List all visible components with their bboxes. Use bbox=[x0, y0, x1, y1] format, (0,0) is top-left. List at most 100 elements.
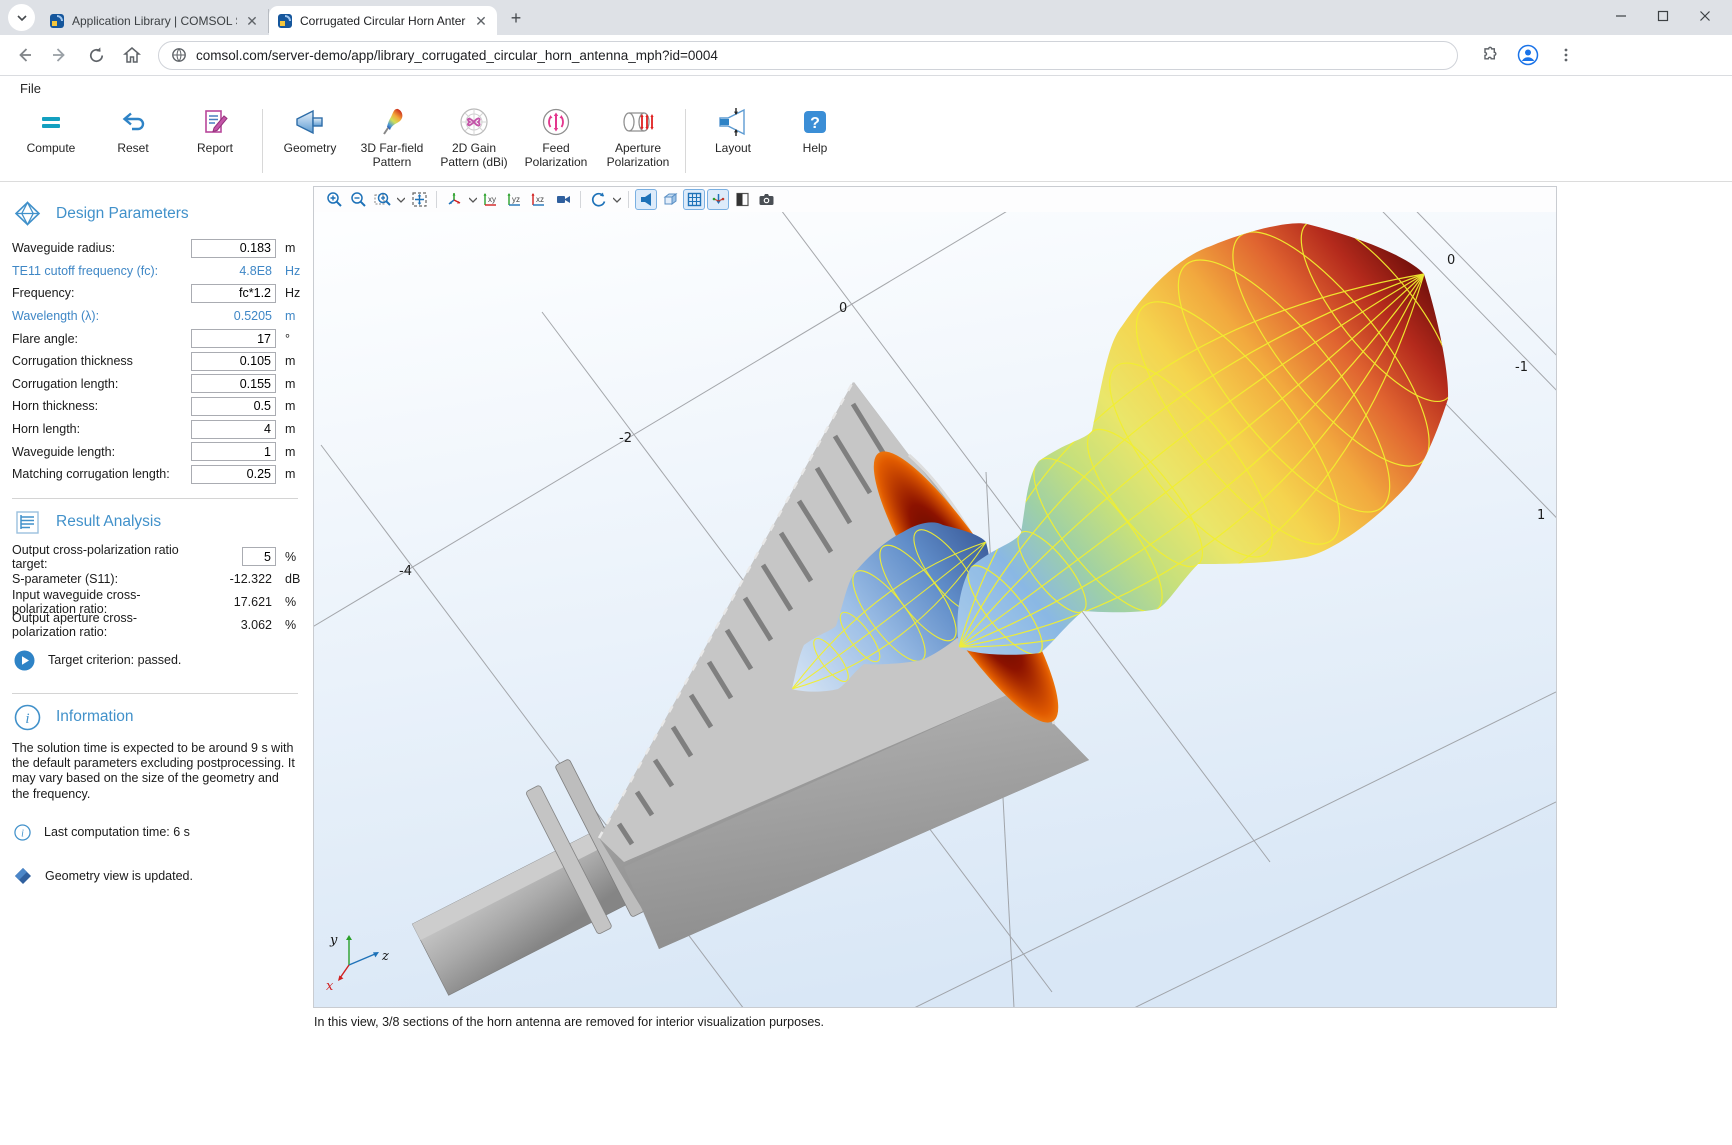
chevron-down-icon bbox=[613, 197, 621, 203]
transparency-icon bbox=[662, 191, 679, 208]
info-small-icon: i bbox=[14, 824, 31, 841]
toolbar-separator bbox=[436, 191, 437, 208]
back-arrow-icon bbox=[14, 45, 34, 65]
default-3d-view-button[interactable] bbox=[443, 189, 465, 210]
horn-thickness-input[interactable] bbox=[191, 397, 276, 416]
design-parameters-header: Design Parameters bbox=[14, 200, 306, 227]
grid-icon bbox=[686, 191, 703, 208]
svg-text:xy: xy bbox=[488, 195, 496, 204]
tab-title: Corrugated Circular Horn Anter bbox=[300, 14, 466, 28]
tab-application-library[interactable]: Application Library | COMSOL S ✕ bbox=[41, 9, 269, 33]
rotate-button[interactable] bbox=[587, 189, 609, 210]
aperture-polarization-button[interactable]: Aperture Polarization bbox=[597, 105, 679, 177]
grid-toggle[interactable] bbox=[683, 189, 705, 210]
geometry-horn-icon bbox=[293, 105, 327, 139]
scene-camera-button[interactable] bbox=[552, 189, 574, 210]
geometry-updated-row: Geometry view is updated. bbox=[14, 867, 306, 885]
reload-button[interactable] bbox=[80, 39, 112, 71]
tab-corrugated-horn[interactable]: Corrugated Circular Horn Anter ✕ bbox=[269, 6, 497, 35]
param-flare-angle: Flare angle: ° bbox=[12, 327, 306, 350]
browser-actions bbox=[1474, 39, 1582, 71]
cross-polarization-target-input[interactable] bbox=[242, 547, 276, 566]
tick-label: 0 bbox=[1447, 253, 1455, 268]
tab-search-button[interactable] bbox=[8, 4, 35, 31]
aperture-polarization-icon bbox=[620, 105, 656, 139]
url-bar[interactable]: comsol.com/server-demo/app/library_corru… bbox=[158, 41, 1458, 70]
reset-button[interactable]: Reset bbox=[92, 105, 174, 177]
new-tab-button[interactable]: + bbox=[503, 5, 529, 31]
frequency-input[interactable] bbox=[191, 284, 276, 303]
compute-button[interactable]: Compute bbox=[10, 105, 92, 177]
gain-2d-button[interactable]: 2D Gain Pattern (dBi) bbox=[433, 105, 515, 177]
output-crosspol-value: 3.062 bbox=[191, 618, 276, 632]
profile-avatar[interactable] bbox=[1512, 39, 1544, 71]
invert-colors-toggle[interactable] bbox=[731, 189, 753, 210]
window-close-icon[interactable] bbox=[1684, 0, 1726, 32]
tick-label: -4 bbox=[399, 564, 412, 579]
zoom-in-button[interactable] bbox=[323, 189, 345, 210]
browser-menu-button[interactable] bbox=[1550, 39, 1582, 71]
chevron-down-icon bbox=[16, 12, 28, 24]
waveguide-length-input[interactable] bbox=[191, 442, 276, 461]
param-waveguide-length: Waveguide length: m bbox=[12, 440, 306, 463]
param-frequency: Frequency: Hz bbox=[12, 282, 306, 305]
home-button[interactable] bbox=[116, 39, 148, 71]
extensions-puzzle-icon bbox=[1481, 46, 1500, 65]
app-menubar: File bbox=[0, 76, 1732, 101]
camera-icon bbox=[758, 191, 775, 208]
url-text: comsol.com/server-demo/app/library_corru… bbox=[196, 48, 718, 63]
zoom-box-dropdown[interactable] bbox=[395, 189, 406, 210]
param-corrugation-length: Corrugation length: m bbox=[12, 373, 306, 396]
back-button[interactable] bbox=[8, 39, 40, 71]
far-field-3d-button[interactable]: 3D Far-field Pattern bbox=[351, 105, 433, 177]
feed-polarization-button[interactable]: Feed Polarization bbox=[515, 105, 597, 177]
forward-button[interactable] bbox=[44, 39, 76, 71]
corrugation-thickness-input[interactable] bbox=[191, 352, 276, 371]
snapshot-button[interactable] bbox=[755, 189, 777, 210]
view-yz-button[interactable]: yz bbox=[504, 189, 526, 210]
param-waveguide-radius: Waveguide radius: m bbox=[12, 237, 306, 260]
geometry-button[interactable]: Geometry bbox=[269, 105, 351, 177]
extensions-button[interactable] bbox=[1474, 39, 1506, 71]
zoom-extents-button[interactable] bbox=[408, 189, 430, 210]
transparency-toggle[interactable] bbox=[659, 189, 681, 210]
matching-corrugation-length-input[interactable] bbox=[191, 465, 276, 484]
flare-angle-input[interactable] bbox=[191, 329, 276, 348]
corrugation-length-input[interactable] bbox=[191, 374, 276, 393]
triad-y-label: y bbox=[329, 933, 338, 948]
show-axes-toggle[interactable] bbox=[707, 189, 729, 210]
rotate-dropdown[interactable] bbox=[611, 189, 622, 210]
graphics-scene[interactable]: 0 -2 -4 0 -1 1 bbox=[314, 212, 1556, 1007]
home-icon bbox=[122, 45, 142, 65]
zoom-box-button[interactable] bbox=[371, 189, 393, 210]
view-xy-button[interactable]: xy bbox=[480, 189, 502, 210]
window-maximize-icon[interactable] bbox=[1642, 0, 1684, 32]
zoom-box-icon bbox=[374, 191, 391, 208]
report-button[interactable]: Report bbox=[174, 105, 256, 177]
result-target-row: Output cross-polarization ratio target: … bbox=[12, 546, 306, 569]
tab-close-icon[interactable]: ✕ bbox=[473, 13, 489, 29]
layout-button[interactable]: Layout bbox=[692, 105, 774, 177]
status-text: Target criterion: passed. bbox=[48, 653, 181, 667]
last-computation-text: Last computation time: 6 s bbox=[44, 825, 190, 839]
information-header: i Information bbox=[14, 704, 306, 731]
forward-arrow-icon bbox=[50, 45, 70, 65]
view-xz-button[interactable]: xz bbox=[528, 189, 550, 210]
scene-light-toggle[interactable] bbox=[635, 189, 657, 210]
window-controls bbox=[1600, 0, 1726, 32]
param-matching-corrugation-length: Matching corrugation length: m bbox=[12, 463, 306, 486]
zoom-out-button[interactable] bbox=[347, 189, 369, 210]
horn-length-input[interactable] bbox=[191, 420, 276, 439]
zoom-out-icon bbox=[350, 191, 367, 208]
file-menu[interactable]: File bbox=[14, 79, 47, 98]
tab-close-icon[interactable]: ✕ bbox=[244, 13, 260, 29]
geometry-status-icon bbox=[14, 867, 32, 885]
window-minimize-icon[interactable] bbox=[1600, 0, 1642, 32]
s11-value: -12.322 bbox=[191, 572, 276, 586]
section-divider bbox=[12, 693, 298, 694]
waveguide-radius-input[interactable] bbox=[191, 239, 276, 258]
view-dropdown[interactable] bbox=[467, 189, 478, 210]
help-icon: ? bbox=[801, 105, 829, 139]
tick-label: -2 bbox=[619, 431, 632, 446]
help-button[interactable]: ? Help bbox=[774, 105, 856, 177]
